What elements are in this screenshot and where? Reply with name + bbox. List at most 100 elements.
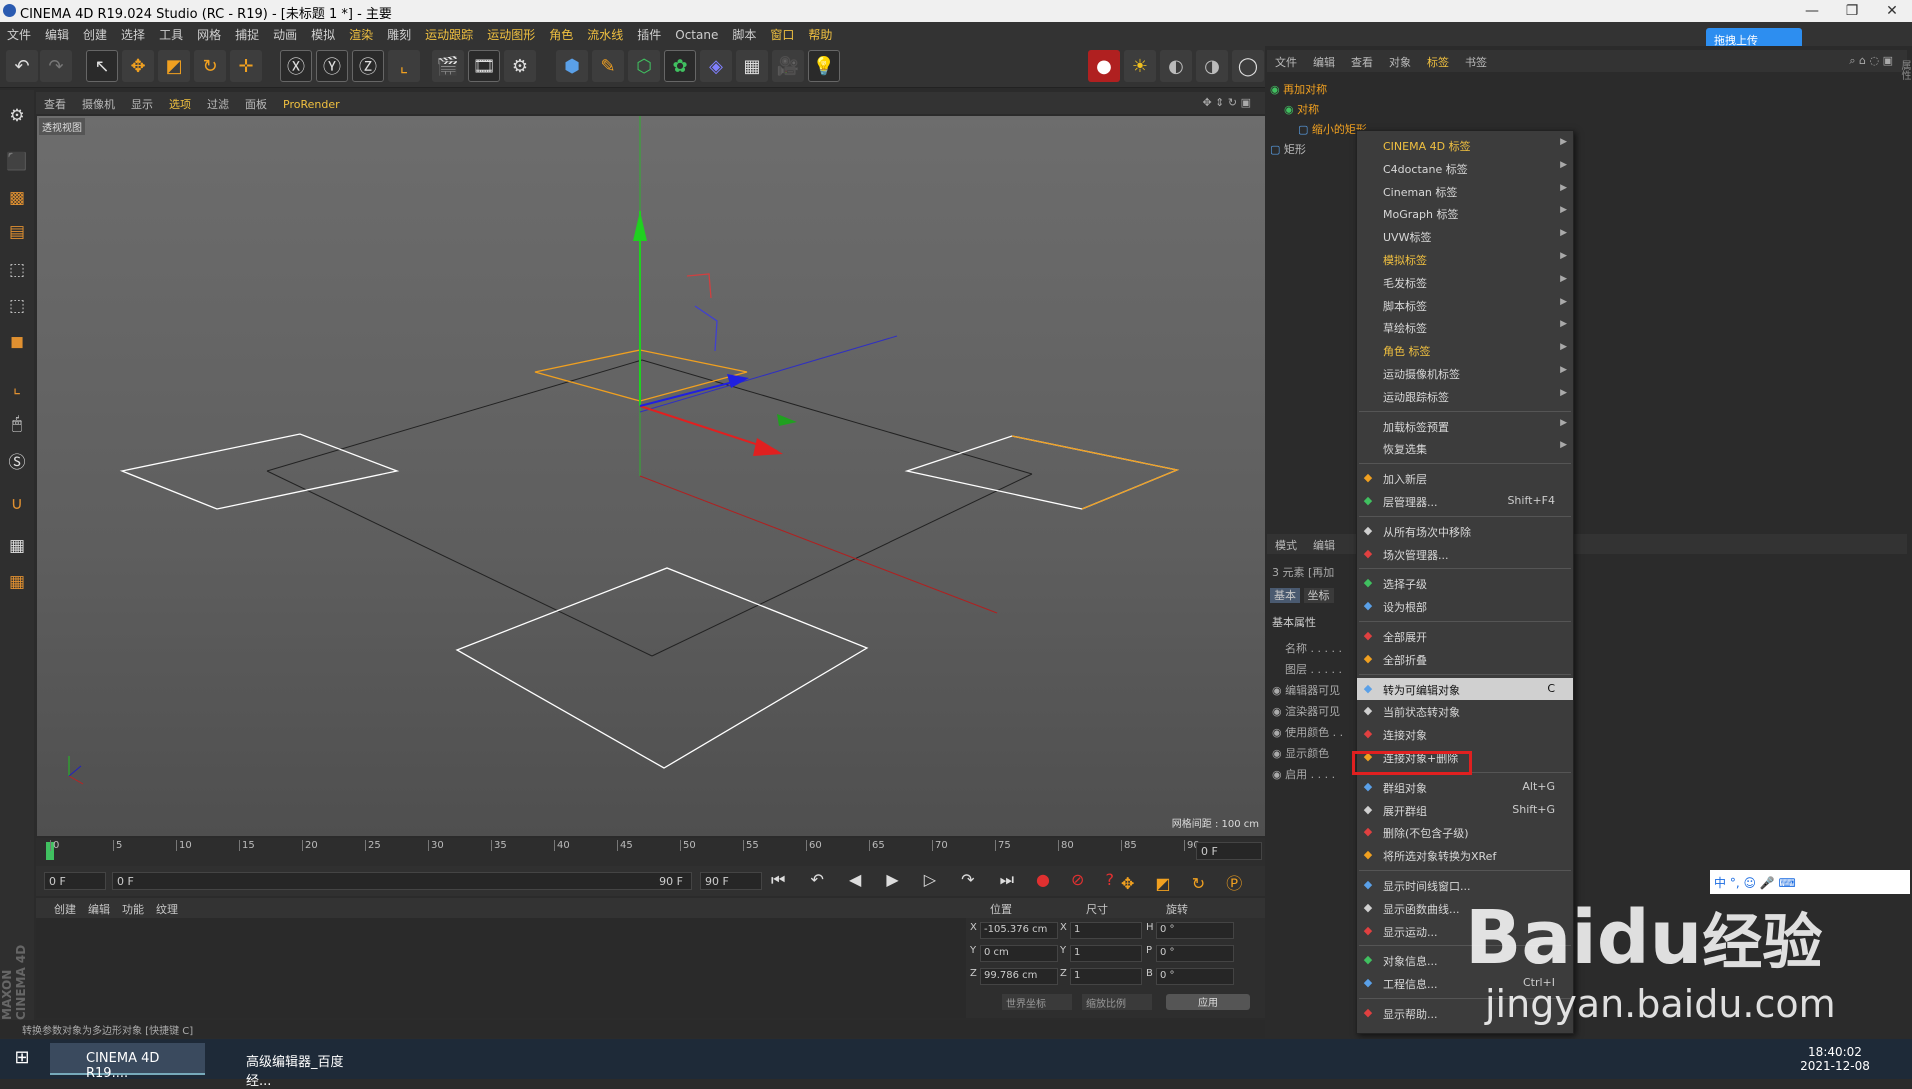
object-row-mirror[interactable]: ◉ 对称 [1284,98,1319,118]
octane-material-icon[interactable]: ◐ [1160,50,1192,82]
om-menu-tags[interactable]: 标签 [1419,50,1457,70]
context-menu-item[interactable]: ◆ 层管理器... Shift+F4 [1357,490,1573,512]
attr-field-label[interactable]: ◉ 渲染器可见 [1272,703,1340,719]
om-menu-object[interactable]: 对象 [1381,50,1419,70]
frame-range-slider[interactable]: 0 F 90 F [112,872,692,890]
menu-create[interactable]: 创建 [76,22,114,43]
position-field[interactable]: -105.376 cm [980,922,1058,939]
menu-animate[interactable]: 动画 [266,22,304,43]
attr-tab-coord[interactable]: 坐标 [1303,588,1334,603]
subdivision-icon[interactable]: ⬡ [628,50,660,82]
mat-menu-texture[interactable]: 纹理 [150,903,184,916]
context-menu-item[interactable]: ◆ 全部折叠 [1357,648,1573,670]
right-side-tab[interactable]: 属性 [1895,60,1912,80]
undo-icon[interactable]: ↶ [6,50,38,82]
context-menu-item[interactable]: 运动跟踪标签 ▶ [1357,385,1573,407]
z-axis-lock-icon[interactable]: Ⓩ [352,50,384,82]
context-menu-item[interactable]: ◆ 选择子级 [1357,572,1573,594]
context-menu-item[interactable]: ◆ 群组对象 Alt+G [1357,776,1573,798]
clock[interactable]: 18:40:02 2021-12-08 [1795,1043,1875,1075]
context-menu-item[interactable]: 毛发标签 ▶ [1357,271,1573,293]
attr-field-label[interactable]: 图层 . . . . . [1285,661,1342,677]
light-icon[interactable]: 💡 [808,50,840,82]
menu-plugins[interactable]: 插件 [630,22,668,43]
render-picture-viewer-icon[interactable]: 🎞 [468,50,500,82]
menu-help[interactable]: 帮助 [801,22,839,43]
menu-simulate[interactable]: 模拟 [304,22,342,43]
planar-workplane-icon[interactable]: ▦ [1,566,33,598]
vp-menu-prorender[interactable]: ProRender [275,94,348,111]
cube-object-icon[interactable]: ⬢ [556,50,588,82]
current-frame-field[interactable]: 0 F [1196,842,1262,860]
size-field[interactable]: 1 [1070,945,1142,962]
rotation-field[interactable]: 0 ° [1156,922,1234,939]
world-coords-dropdown[interactable]: 世界坐标 [1002,994,1072,1010]
magnet-icon[interactable]: ∪ [1,488,33,520]
attr-field-label[interactable]: 名称 . . . . . [1285,640,1342,656]
menu-script[interactable]: 脚本 [725,22,763,43]
menu-select[interactable]: 选择 [114,22,152,43]
context-menu-item[interactable]: C4doctane 标签 ▶ [1357,157,1573,179]
context-menu-item[interactable]: 模拟标签 ▶ [1357,248,1573,270]
context-menu-item[interactable]: 脚本标签 ▶ [1357,294,1573,316]
start-icon[interactable]: ⊞ [6,1043,38,1075]
context-menu-item[interactable]: UVW标签 ▶ [1357,225,1573,247]
vp-menu-options[interactable]: 选项 [161,92,199,112]
context-menu-item[interactable]: MoGraph 标签 ▶ [1357,202,1573,224]
context-menu-item[interactable]: 角色 标签 ▶ [1357,339,1573,361]
context-menu-item[interactable]: ◆ 设为根部 [1357,595,1573,617]
context-menu-item[interactable]: 加载标签预置 ▶ [1357,415,1573,437]
taskbar-app-c4d[interactable]: CINEMA 4D R19.... [50,1043,205,1081]
menu-file[interactable]: 文件 [0,22,38,43]
redo-icon[interactable]: ↷ [40,50,72,82]
context-menu-item[interactable]: ◆ 展开群组 Shift+G [1357,799,1573,821]
mat-menu-function[interactable]: 功能 [116,903,150,916]
menu-snap[interactable]: 捕捉 [228,22,266,43]
render-view-icon[interactable]: 🎬 [432,50,464,82]
size-field[interactable]: 1 [1070,922,1142,939]
rotation-field[interactable]: 0 ° [1156,968,1234,985]
context-menu-item[interactable]: Cineman 标签 ▶ [1357,180,1573,202]
context-menu-item[interactable]: 运动摄像机标签 ▶ [1357,362,1573,384]
menu-motion-tracking[interactable]: 运动跟踪 [418,22,480,43]
position-field[interactable]: 99.786 cm [980,968,1058,985]
make-editable-icon[interactable]: ⚙ [1,100,33,132]
vp-menu-view[interactable]: 查看 [36,92,74,112]
close-button[interactable]: ✕ [1872,0,1912,22]
attr-field-label[interactable]: ◉ 使用颜色 . . [1272,724,1343,740]
coordinate-system-icon[interactable]: ⌞ [388,50,420,82]
axis-mode-icon[interactable]: ⌞ [1,372,33,404]
attr-menu-mode[interactable]: 模式 [1267,534,1305,553]
lock-workplane-icon[interactable]: ▦ [1,530,33,562]
render-settings-icon[interactable]: ⚙ [504,50,536,82]
workplane-mode-icon[interactable]: ▤ [1,216,33,248]
rotate-tool-icon[interactable]: ↻ [194,50,226,82]
mat-menu-edit[interactable]: 编辑 [82,903,116,916]
x-axis-lock-icon[interactable]: Ⓧ [280,50,312,82]
polygon-mode-icon[interactable]: ◼ [1,326,33,358]
move-tool-icon[interactable]: ✥ [122,50,154,82]
vp-menu-filter[interactable]: 过滤 [199,92,237,112]
menu-pipeline[interactable]: 流水线 [580,22,630,43]
rotation-field[interactable]: 0 ° [1156,945,1234,962]
select-tool-icon[interactable]: ↖ [86,50,118,82]
context-menu-item[interactable]: ◆ 全部展开 [1357,625,1573,647]
om-menu-bookmarks[interactable]: 书签 [1457,50,1495,70]
array-icon[interactable]: ✿ [664,50,696,82]
camera-icon[interactable]: 🎥 [772,50,804,82]
context-menu-item[interactable]: ◆ 连接对象 [1357,723,1573,745]
point-mode-icon[interactable]: ⬚ [1,254,33,286]
minimize-button[interactable]: — [1792,0,1832,22]
apply-button[interactable]: 应用 [1166,994,1250,1010]
tweak-mode-icon[interactable]: 🖱 [1,408,33,440]
context-menu-item[interactable]: ◆ 从所有场次中移除 [1357,520,1573,542]
context-menu-item[interactable]: CINEMA 4D 标签 ▶ [1357,134,1573,156]
context-menu-item[interactable]: 恢复选集 ▶ [1357,437,1573,459]
attr-menu-edit[interactable]: 编辑 [1305,534,1343,553]
object-row-rect[interactable]: ▢ 矩形 [1270,138,1306,158]
menu-window[interactable]: 窗口 [763,22,801,43]
om-menu-view[interactable]: 查看 [1343,50,1381,70]
taskbar-app-browser[interactable]: 高级编辑器_百度经... [210,1043,365,1089]
context-menu-item[interactable]: 草绘标签 ▶ [1357,316,1573,338]
context-menu-item[interactable]: ◆ 转为可编辑对象 C [1357,677,1573,700]
